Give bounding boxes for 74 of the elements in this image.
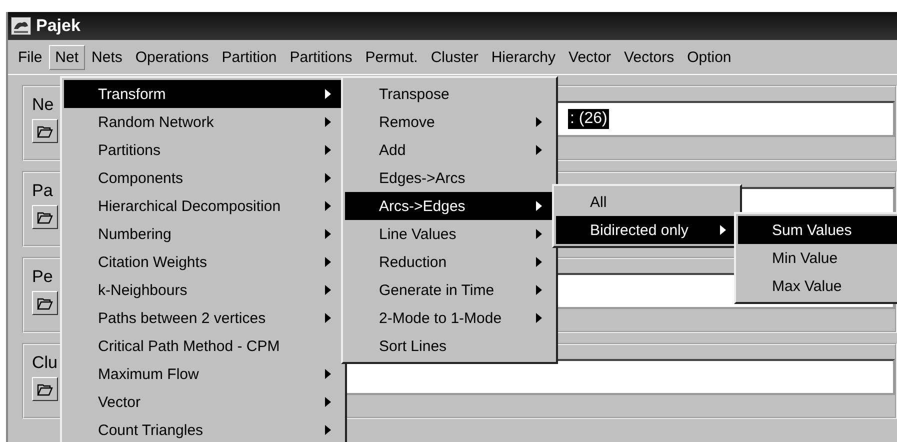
- menu-item[interactable]: Vectors: [618, 44, 680, 70]
- menu-item[interactable]: Partition: [216, 44, 283, 70]
- menu-option[interactable]: Sort Lines: [345, 332, 554, 360]
- menu-option[interactable]: Components: [64, 164, 343, 192]
- menu-item[interactable]: Nets: [86, 44, 128, 70]
- submenu-arrow-icon: [536, 117, 542, 127]
- menu-option[interactable]: Maximum Flow: [64, 360, 343, 388]
- open-button[interactable]: [32, 377, 58, 401]
- group-label: Pe: [32, 267, 54, 287]
- menu-option[interactable]: Hierarchical Decomposition: [64, 192, 343, 220]
- group-label: Ne: [32, 95, 55, 115]
- menu-item[interactable]: File: [12, 44, 48, 70]
- menu-option[interactable]: Vector: [64, 388, 343, 416]
- open-button[interactable]: [32, 119, 58, 143]
- menu-option[interactable]: Random Network: [64, 108, 343, 136]
- submenu-arrow-icon: [536, 201, 542, 211]
- menu-option[interactable]: Paths between 2 vertices: [64, 304, 343, 332]
- menu-option[interactable]: Count Triangles: [64, 416, 343, 442]
- submenu-arrow-icon: [536, 285, 542, 295]
- window-title: Pajek: [36, 16, 80, 36]
- menu-option[interactable]: Max Value: [738, 272, 897, 300]
- submenu-arrow-icon: [536, 145, 542, 155]
- folder-icon: [37, 124, 53, 138]
- submenu-arrow-icon: [325, 369, 331, 379]
- menu-option[interactable]: Generate in Time: [345, 276, 554, 304]
- menu-option[interactable]: Citation Weights: [64, 248, 343, 276]
- submenu-arrow-icon: [325, 117, 331, 127]
- app-icon: [11, 17, 31, 35]
- menu-option[interactable]: Add: [345, 136, 554, 164]
- field-value: : (26): [568, 109, 610, 129]
- submenu-arrow-icon: [325, 313, 331, 323]
- menu-option[interactable]: Arcs->Edges: [345, 192, 554, 220]
- menu-item[interactable]: Permut.: [359, 44, 424, 70]
- menu-option[interactable]: Partitions: [64, 136, 343, 164]
- submenu-arrow-icon: [325, 425, 331, 435]
- submenu-arrow-icon: [325, 397, 331, 407]
- folder-icon: [37, 210, 53, 224]
- menu-option[interactable]: Numbering: [64, 220, 343, 248]
- menu-option[interactable]: Remove: [345, 108, 554, 136]
- menu-item[interactable]: Operations: [129, 44, 215, 70]
- menu-item[interactable]: Option: [681, 44, 738, 70]
- open-button[interactable]: [32, 205, 58, 229]
- submenu-arrow-icon: [536, 229, 542, 239]
- menu-option[interactable]: Transpose: [345, 80, 554, 108]
- menu-item[interactable]: Hierarchy: [485, 44, 562, 70]
- menu-option[interactable]: k-Neighbours: [64, 276, 343, 304]
- submenu-arrow-icon: [325, 285, 331, 295]
- open-button[interactable]: [32, 291, 58, 315]
- menu-option[interactable]: Critical Path Method - CPM: [64, 332, 343, 360]
- submenu-arrow-icon: [325, 173, 331, 183]
- menu-option[interactable]: Transform: [64, 80, 343, 108]
- submenu-arrow-icon: [536, 257, 542, 267]
- submenu-arrow-icon: [325, 201, 331, 211]
- group-label: Pa: [32, 181, 54, 201]
- submenu-arrow-icon: [325, 257, 331, 267]
- menu-option[interactable]: Edges->Arcs: [345, 164, 554, 192]
- menu-option[interactable]: Min Value: [738, 244, 897, 272]
- submenu-arrow-icon: [720, 225, 726, 235]
- submenu-arrow-icon: [325, 89, 331, 99]
- menu-option[interactable]: Line Values: [345, 220, 554, 248]
- menu-item[interactable]: Vector: [562, 44, 618, 70]
- folder-icon: [37, 296, 53, 310]
- menu-item[interactable]: Net: [49, 44, 85, 70]
- submenu-arrow-icon: [325, 229, 331, 239]
- menu-option[interactable]: 2-Mode to 1-Mode: [345, 304, 554, 332]
- submenu-arrow-icon: [325, 145, 331, 155]
- submenu-arrow-icon: [536, 313, 542, 323]
- menu-item[interactable]: Partitions: [284, 44, 358, 70]
- folder-icon: [37, 382, 53, 396]
- menu-item[interactable]: Cluster: [424, 44, 484, 70]
- menu-option[interactable]: All: [556, 188, 738, 216]
- menu-option[interactable]: Sum Values: [738, 216, 897, 244]
- menu-option[interactable]: Reduction: [345, 248, 554, 276]
- group-label: Clu: [32, 353, 59, 373]
